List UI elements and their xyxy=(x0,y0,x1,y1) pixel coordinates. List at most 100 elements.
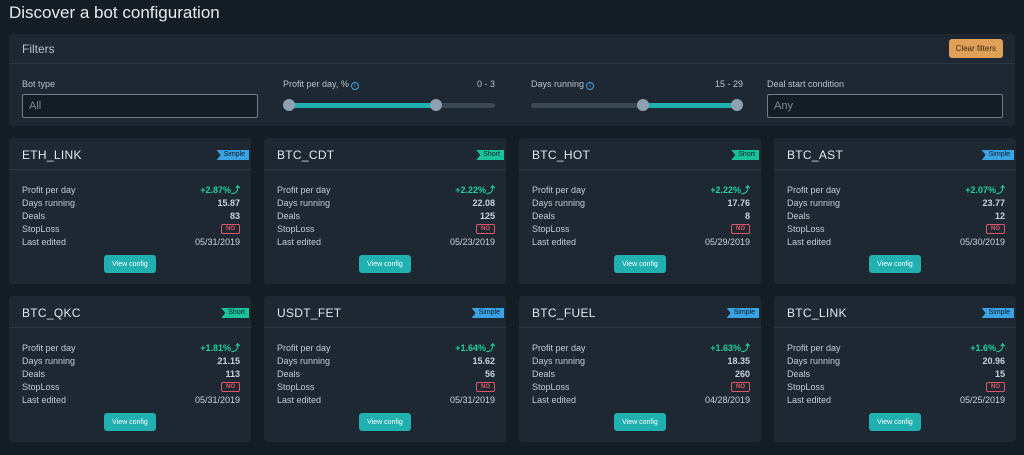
profit-filter-label: Profit per day, % xyxy=(283,79,349,89)
profit-slider-max-handle[interactable] xyxy=(429,99,442,111)
stoploss-badge: NO xyxy=(986,223,1005,234)
last-edited-label: Last edited xyxy=(22,394,67,405)
profit-label: Profit per day xyxy=(787,184,841,195)
clear-filters-button[interactable]: Clear filters xyxy=(948,39,1003,58)
deals-value: 83 xyxy=(229,210,240,221)
view-config-button[interactable]: View config xyxy=(359,255,411,273)
filters-header: Filters Clear filters xyxy=(9,34,1015,64)
bot-type-badge: Simple xyxy=(471,308,504,318)
days-value: 15.62 xyxy=(472,355,495,366)
profit-value: +2.87%⤴ xyxy=(200,185,240,195)
deals-label: Deals xyxy=(22,368,46,379)
profit-range-text: 0 - 3 xyxy=(476,79,495,89)
stoploss-badge: NO xyxy=(731,223,750,234)
profit-row: Profit per day +2.87%⤴ xyxy=(22,183,240,196)
bot-card-usdt-fet: USDT_FET Simple Profit per day +1.64%⤴ D… xyxy=(264,296,506,442)
profit-label: Profit per day xyxy=(787,342,841,353)
info-icon[interactable]: i xyxy=(350,82,359,90)
days-value: 15.87 xyxy=(217,197,240,208)
stoploss-label: StopLoss xyxy=(532,381,570,392)
stoploss-label: StopLoss xyxy=(277,381,315,392)
view-config-button[interactable]: View config xyxy=(104,413,156,431)
days-value: 22.08 xyxy=(472,197,495,208)
bot-card-title: BTC_FUEL xyxy=(532,306,596,320)
profit-label: Profit per day xyxy=(277,184,331,195)
days-row: Days running 20.96 xyxy=(787,354,1005,367)
profit-label: Profit per day xyxy=(532,342,586,353)
view-config-button[interactable]: View config xyxy=(359,413,411,431)
deals-row: Deals 15 xyxy=(787,367,1005,380)
last-edited-label: Last edited xyxy=(532,394,577,405)
last-edited-value: 05/31/2019 xyxy=(194,236,240,247)
bot-type-label: Bot type xyxy=(22,79,56,89)
profit-value: +1.81%⤴ xyxy=(200,343,240,353)
bot-card-btc-hot: BTC_HOT Short Profit per day +2.22%⤴ Day… xyxy=(519,138,761,284)
filters-title: Filters xyxy=(22,41,55,56)
deals-value: 260 xyxy=(734,368,750,379)
profit-slider[interactable] xyxy=(283,99,495,111)
deals-label: Deals xyxy=(787,210,811,221)
bot-type-select[interactable]: All xyxy=(22,94,258,118)
last-edited-value: 05/31/2019 xyxy=(449,394,495,405)
days-slider[interactable] xyxy=(531,99,743,111)
bot-card-title: USDT_FET xyxy=(277,306,342,320)
deal-start-select[interactable]: Any xyxy=(767,94,1003,118)
days-label: Days running xyxy=(277,355,331,366)
view-config-button[interactable]: View config xyxy=(614,413,666,431)
view-config-button[interactable]: View config xyxy=(614,255,666,273)
card-divider xyxy=(519,327,761,328)
profit-value: +1.64%⤴ xyxy=(455,343,495,353)
last-edited-value: 05/25/2019 xyxy=(959,394,1005,405)
view-config-button[interactable]: View config xyxy=(104,255,156,273)
last-edited-label: Last edited xyxy=(787,236,832,247)
deals-row: Deals 260 xyxy=(532,367,750,380)
deals-row: Deals 56 xyxy=(277,367,495,380)
profit-label: Profit per day xyxy=(22,184,76,195)
profit-slider-min-handle[interactable] xyxy=(283,99,295,111)
days-label: Days running xyxy=(532,355,586,366)
deal-start-filter: Deal start condition Any xyxy=(767,79,1003,118)
deals-label: Deals xyxy=(277,368,301,379)
days-value: 21.15 xyxy=(217,355,240,366)
deals-label: Deals xyxy=(532,368,556,379)
last-edited-value: 05/31/2019 xyxy=(194,394,240,405)
bot-type-filter: Bot type All xyxy=(22,79,258,118)
deals-label: Deals xyxy=(22,210,46,221)
deals-row: Deals 8 xyxy=(532,209,750,222)
stoploss-row: StopLoss NO xyxy=(22,380,240,393)
bot-card-btc-qkc: BTC_QKC Short Profit per day +1.81%⤴ Day… xyxy=(9,296,251,442)
days-slider-max-handle[interactable] xyxy=(731,99,743,111)
bot-type-badge: Simple xyxy=(726,308,759,318)
stoploss-badge: NO xyxy=(731,381,750,392)
profit-row: Profit per day +1.81%⤴ xyxy=(22,341,240,354)
bot-type-badge: Short xyxy=(221,308,249,318)
view-config-button[interactable]: View config xyxy=(869,413,921,431)
stoploss-row: StopLoss NO xyxy=(532,380,750,393)
days-value: 23.77 xyxy=(982,197,1005,208)
stoploss-row: StopLoss NO xyxy=(22,222,240,235)
last-edited-value: 04/28/2019 xyxy=(704,394,750,405)
stoploss-label: StopLoss xyxy=(787,381,825,392)
days-filter: Days running i 15 - 29 xyxy=(531,79,743,111)
days-slider-min-handle[interactable] xyxy=(636,99,649,111)
deals-value: 15 xyxy=(994,368,1005,379)
bot-card-title: BTC_CDT xyxy=(277,148,335,162)
deals-label: Deals xyxy=(787,368,811,379)
bot-type-badge: Simple xyxy=(981,308,1014,318)
stoploss-row: StopLoss NO xyxy=(277,222,495,235)
info-icon[interactable]: i xyxy=(586,82,595,90)
days-value: 17.76 xyxy=(727,197,750,208)
profit-row: Profit per day +2.22%⤴ xyxy=(277,183,495,196)
stoploss-badge: NO xyxy=(986,381,1005,392)
last-edited-value: 05/30/2019 xyxy=(959,236,1005,247)
days-range-text: 15 - 29 xyxy=(714,79,743,89)
card-divider xyxy=(9,169,251,170)
view-config-button[interactable]: View config xyxy=(869,255,921,273)
stoploss-label: StopLoss xyxy=(532,223,570,234)
bot-card-title: ETH_LINK xyxy=(22,148,82,162)
deals-value: 113 xyxy=(225,368,240,379)
stoploss-row: StopLoss NO xyxy=(787,222,1005,235)
card-divider xyxy=(9,327,251,328)
bot-card-btc-fuel: BTC_FUEL Simple Profit per day +1.63%⤴ D… xyxy=(519,296,761,442)
profit-label: Profit per day xyxy=(22,342,76,353)
